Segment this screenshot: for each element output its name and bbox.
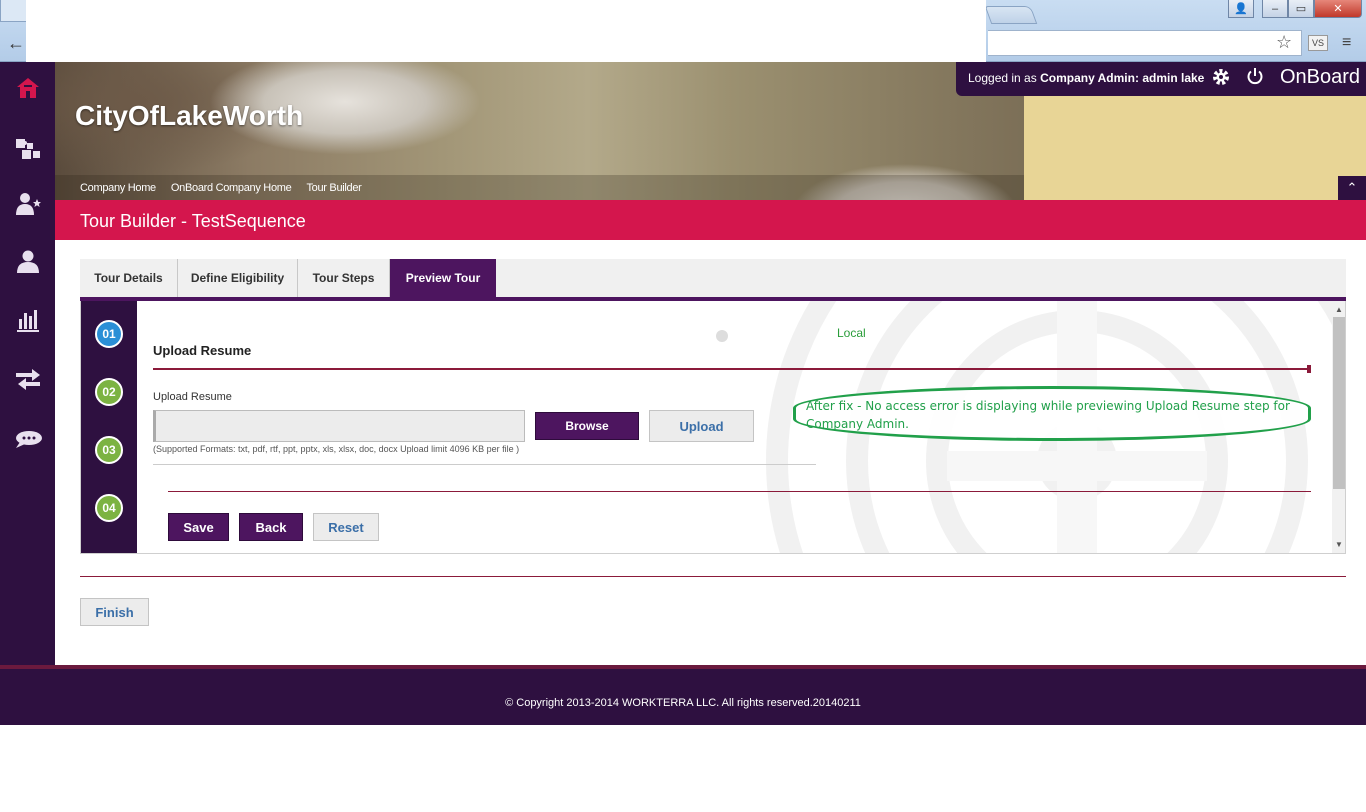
supported-formats-note: (Supported Formats: txt, pdf, rtf, ppt, … <box>153 444 520 454</box>
upload-button[interactable]: Upload <box>649 410 754 442</box>
login-role: Company Admin: <box>1040 71 1139 85</box>
step-01[interactable]: 01 <box>95 320 123 348</box>
gear-icon[interactable] <box>1211 67 1231 93</box>
finish-button[interactable]: Finish <box>80 598 149 626</box>
breadcrumb-tour-builder[interactable]: Tour Builder <box>306 182 361 194</box>
breadcrumb-company-home[interactable]: Company Home <box>80 182 156 194</box>
user-bar: Logged in as Company Admin: admin lake O… <box>956 62 1366 96</box>
file-path-input[interactable] <box>153 410 525 442</box>
bar-chart-icon[interactable] <box>0 300 55 340</box>
minimize-button[interactable]: – <box>1262 0 1288 18</box>
qa-annotation: After fix - No access error is displayin… <box>793 386 1311 441</box>
main-content: Tour Details Define Eligibility Tour Ste… <box>55 240 1366 665</box>
company-name: CityOfLakeWorth <box>75 100 304 131</box>
breadcrumb-onboard-company-home[interactable]: OnBoard Company Home <box>171 182 292 194</box>
buttons-divider <box>168 491 1311 492</box>
step-rail: 01 02 03 04 <box>81 301 137 553</box>
redacted-area <box>26 0 986 62</box>
footer: © Copyright 2013-2014 WORKTERRA LLC. All… <box>0 665 1366 725</box>
user-star-icon[interactable] <box>0 184 55 224</box>
tab-bar: Tour Details Define Eligibility Tour Ste… <box>80 259 1346 297</box>
new-tab-button[interactable] <box>984 6 1038 24</box>
finish-divider <box>80 576 1346 577</box>
reset-button[interactable]: Reset <box>313 513 379 541</box>
step-02[interactable]: 02 <box>95 378 123 406</box>
loading-dot <box>716 330 728 342</box>
form-divider-end <box>1307 365 1311 373</box>
page-title-bar: Tour Builder - TestSequence <box>55 200 1366 240</box>
back-arrow-icon[interactable]: ← <box>4 32 28 54</box>
maximize-button[interactable]: ▭ <box>1288 0 1314 18</box>
local-label: Local <box>837 326 866 340</box>
scroll-down-arrow-icon[interactable]: ▼ <box>1332 538 1345 552</box>
tab-tour-details[interactable]: Tour Details <box>80 259 178 297</box>
chat-icon[interactable] <box>0 420 55 460</box>
blank-area <box>0 725 1366 812</box>
tab-tour-steps[interactable]: Tour Steps <box>298 259 390 297</box>
tab-define-eligibility[interactable]: Define Eligibility <box>178 259 298 297</box>
onboard-brand: OnBoard <box>1280 66 1361 88</box>
tab-preview-tour[interactable]: Preview Tour <box>390 259 496 297</box>
extension-icon[interactable]: VS <box>1308 35 1328 51</box>
step-04[interactable]: 04 <box>95 494 123 522</box>
puzzle-icon[interactable] <box>0 130 55 170</box>
close-window-button[interactable]: ✕ <box>1314 0 1362 18</box>
user-icon[interactable] <box>0 242 55 282</box>
form-divider <box>153 368 1311 370</box>
user-profile-button[interactable]: 👤 <box>1228 0 1254 18</box>
collapse-header-button[interactable]: ⌃ <box>1338 176 1366 200</box>
breadcrumb: Company Home OnBoard Company Home Tour B… <box>80 182 362 194</box>
header-banner-fill <box>1024 96 1366 200</box>
copyright-text: © Copyright 2013-2014 WORKTERRA LLC. All… <box>505 697 861 709</box>
login-prefix: Logged in as <box>968 71 1037 85</box>
step-03[interactable]: 03 <box>95 436 123 464</box>
upload-divider <box>153 464 816 465</box>
form-title: Upload Resume <box>153 343 252 358</box>
back-button[interactable]: Back <box>239 513 303 541</box>
bookmark-star-icon[interactable]: ☆ <box>1276 32 1292 53</box>
power-icon[interactable] <box>1246 67 1264 90</box>
sidebar <box>0 62 55 725</box>
upload-resume-label: Upload Resume <box>153 391 232 403</box>
scrollbar-thumb[interactable] <box>1333 317 1345 489</box>
transfer-icon[interactable] <box>0 358 55 398</box>
preview-scrollbar[interactable]: ▲ ▼ <box>1332 301 1345 553</box>
save-button[interactable]: Save <box>168 513 229 541</box>
browser-menu-icon[interactable]: ≡ <box>1342 34 1351 52</box>
scroll-up-arrow-icon[interactable]: ▲ <box>1332 303 1345 317</box>
address-bar[interactable] <box>988 30 1302 56</box>
browse-button[interactable]: Browse <box>535 412 639 440</box>
tour-preview-panel: 01 02 03 04 Local Upload Resume Upload R… <box>80 301 1346 554</box>
home-icon[interactable] <box>0 68 55 108</box>
page-title: Tour Builder - TestSequence <box>80 211 306 231</box>
login-user: admin lake <box>1142 71 1205 85</box>
login-status: Logged in as Company Admin: admin lake <box>968 71 1204 85</box>
